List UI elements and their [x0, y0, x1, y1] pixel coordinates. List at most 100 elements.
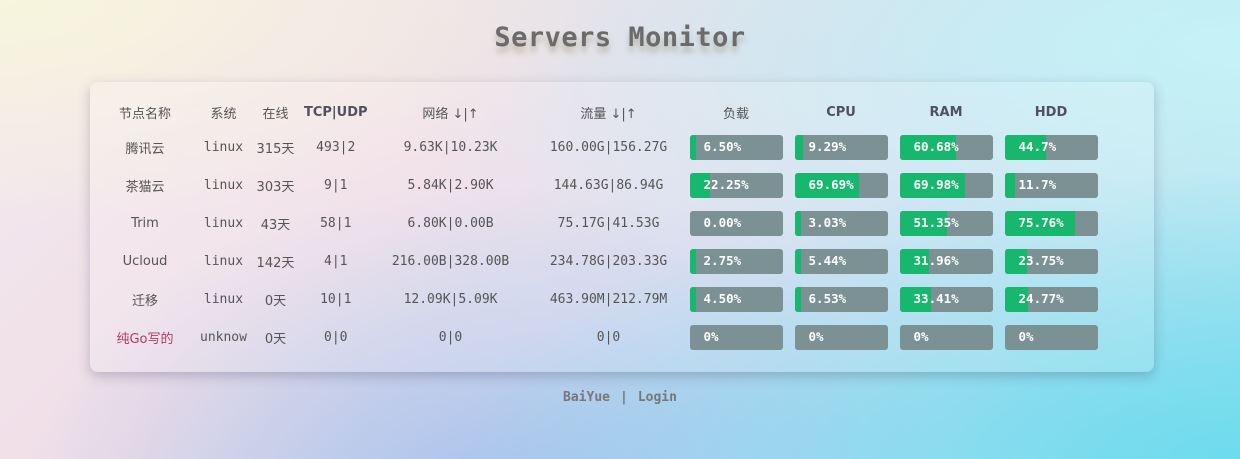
hdd-progress-label: 11.7% — [1018, 176, 1057, 192]
header-traffic[interactable]: 流量 ↓|↑ — [534, 96, 684, 128]
node-name: 腾讯云 — [125, 141, 165, 157]
load-progress-bar: 6.50% — [689, 134, 783, 160]
cpu-cell: 0% — [789, 318, 894, 356]
cpu-progress-fill — [794, 210, 802, 236]
cpu-progress-bar: 6.53% — [794, 286, 888, 312]
network-cell: 6.80K|0.00B — [407, 215, 494, 231]
cpu-progress-label: 69.69% — [808, 176, 854, 192]
servers-table: 节点名称 系统 在线 TCP|UDP 网络 ↓|↑ 流量 ↓|↑ 负载 CPU … — [90, 96, 1104, 356]
ram-cell: 69.98% — [894, 166, 999, 204]
ram-progress-label: 51.35% — [913, 214, 959, 230]
cpu-progress-label: 0% — [808, 328, 824, 344]
header-load[interactable]: 负载 — [684, 96, 789, 128]
cpu-cell: 9.29% — [789, 128, 894, 166]
cpu-progress-fill — [794, 286, 802, 312]
cpu-progress-fill — [794, 248, 802, 274]
ram-cell: 33.41% — [894, 280, 999, 318]
ram-cell: 0% — [894, 318, 999, 356]
ram-progress-bar: 60.68% — [899, 134, 993, 160]
header-tcp-udp[interactable]: TCP|UDP — [304, 96, 368, 128]
network-cell: 5.84K|2.90K — [407, 177, 494, 193]
ram-progress-label: 33.41% — [913, 290, 959, 306]
table-header-row: 节点名称 系统 在线 TCP|UDP 网络 ↓|↑ 流量 ↓|↑ 负载 CPU … — [90, 96, 1104, 128]
network-cell: 0|0 — [438, 329, 463, 345]
hdd-cell: 11.7% — [999, 166, 1104, 204]
header-os[interactable]: 系统 — [200, 96, 247, 128]
tcp-udp-cell: 58|1 — [320, 215, 352, 231]
cpu-cell: 5.44% — [789, 242, 894, 280]
traffic-cell: 160.00G|156.27G — [549, 139, 668, 155]
ram-progress-bar: 0% — [899, 324, 993, 350]
table-row[interactable]: Trim linux 43天 58|1 6.80K|0.00B 75.17G|41.53G… — [90, 204, 1104, 242]
login-link[interactable]: Login — [638, 390, 677, 405]
cpu-progress-label: 3.03% — [808, 214, 847, 230]
header-cpu[interactable]: CPU — [789, 96, 894, 128]
os-cell: linux — [203, 139, 244, 155]
cpu-cell: 6.53% — [789, 280, 894, 318]
cpu-progress-fill — [794, 134, 804, 160]
cpu-progress-bar: 5.44% — [794, 248, 888, 274]
tcp-udp-cell: 493|2 — [316, 139, 356, 155]
load-progress-label: 0% — [703, 328, 719, 344]
cpu-progress-label: 6.53% — [808, 290, 847, 306]
hdd-progress-bar: 0% — [1004, 324, 1098, 350]
cpu-progress-bar: 69.69% — [794, 172, 888, 198]
table-row[interactable]: Ucloud linux 142天 4|1 216.00B|328.00B 234.78G… — [90, 242, 1104, 280]
os-cell: unknow — [200, 329, 247, 345]
header-network[interactable]: 网络 ↓|↑ — [368, 96, 534, 128]
page-title: Servers Monitor — [494, 22, 746, 53]
node-name: Ucloud — [122, 253, 168, 269]
traffic-cell: 144.63G|86.94G — [553, 177, 664, 193]
table-row[interactable]: 腾讯云 linux 315天 493|2 9.63K|10.23K 160.00G|156… — [90, 128, 1104, 166]
footer: BaiYue | Login — [0, 390, 1240, 405]
hdd-progress-bar: 23.75% — [1004, 248, 1098, 274]
node-name: 迁移 — [131, 293, 158, 309]
hdd-cell: 24.77% — [999, 280, 1104, 318]
author-link[interactable]: BaiYue — [563, 390, 610, 405]
ram-progress-label: 69.98% — [913, 176, 959, 192]
hdd-progress-bar: 11.7% — [1004, 172, 1098, 198]
ram-cell: 60.68% — [894, 128, 999, 166]
os-cell: linux — [203, 253, 244, 269]
traffic-cell: 0|0 — [596, 329, 621, 345]
header-hdd[interactable]: HDD — [999, 96, 1104, 128]
uptime-cell: 0天 — [264, 293, 287, 309]
os-cell: linux — [203, 215, 244, 231]
cpu-progress-label: 5.44% — [808, 252, 847, 268]
hdd-cell: 75.76% — [999, 204, 1104, 242]
tcp-udp-cell: 0|0 — [324, 329, 348, 345]
table-row[interactable]: 茶猫云 linux 303天 9|1 5.84K|2.90K 144.63G|86.94G… — [90, 166, 1104, 204]
hdd-progress-fill — [1004, 172, 1016, 198]
load-progress-bar: 0.00% — [689, 210, 783, 236]
os-cell: linux — [203, 177, 244, 193]
hdd-progress-label: 24.77% — [1018, 290, 1064, 306]
ram-progress-label: 0% — [913, 328, 929, 344]
uptime-cell: 315天 — [256, 141, 295, 157]
tcp-udp-cell: 9|1 — [324, 177, 348, 193]
cpu-progress-label: 9.29% — [808, 138, 847, 154]
table-row[interactable]: 纯Go写的 unknow 0天 0|0 0|0 0|0 0% 0% 0% 0% — [90, 318, 1104, 356]
hdd-progress-label: 23.75% — [1018, 252, 1064, 268]
hdd-cell: 44.7% — [999, 128, 1104, 166]
header-name[interactable]: 节点名称 — [90, 96, 200, 128]
table-row[interactable]: 迁移 linux 0天 10|1 12.09K|5.09K 463.90M|212.79M… — [90, 280, 1104, 318]
ram-progress-bar: 33.41% — [899, 286, 993, 312]
load-progress-label: 4.50% — [703, 290, 742, 306]
header-uptime[interactable]: 在线 — [247, 96, 304, 128]
ram-progress-label: 60.68% — [913, 138, 959, 154]
network-cell: 216.00B|328.00B — [391, 253, 510, 269]
cpu-progress-bar: 3.03% — [794, 210, 888, 236]
traffic-cell: 75.17G|41.53G — [557, 215, 660, 231]
load-progress-label: 2.75% — [703, 252, 742, 268]
node-name: Trim — [131, 215, 159, 231]
load-progress-fill — [689, 286, 697, 312]
uptime-cell: 303天 — [256, 179, 295, 195]
load-cell: 6.50% — [684, 128, 789, 166]
hdd-progress-bar: 75.76% — [1004, 210, 1098, 236]
cpu-progress-bar: 9.29% — [794, 134, 888, 160]
header-ram[interactable]: RAM — [894, 96, 999, 128]
ram-progress-bar: 69.98% — [899, 172, 993, 198]
footer-separator: | — [620, 390, 628, 405]
cpu-progress-bar: 0% — [794, 324, 888, 350]
ram-progress-bar: 31.96% — [899, 248, 993, 274]
